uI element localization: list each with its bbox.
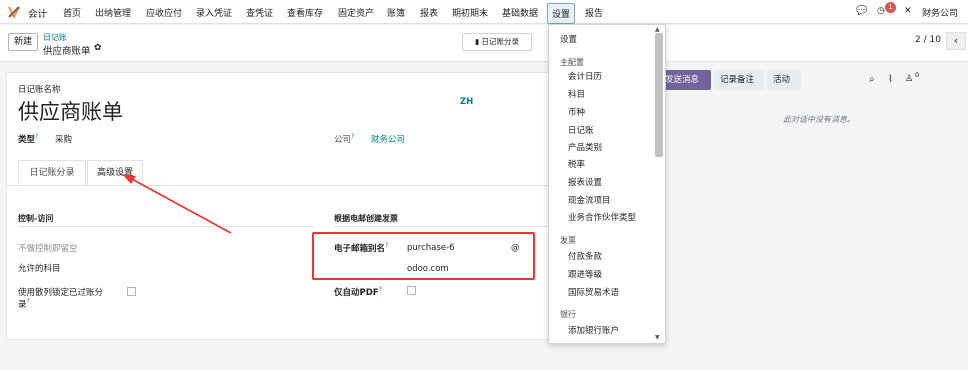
language-button[interactable]: ZH — [460, 97, 473, 107]
followers-icon[interactable]: ♙ — [905, 74, 913, 84]
auto-pdf-label: 仅自动PDF? — [334, 286, 382, 298]
dropdown-item-journals[interactable]: 日记账 — [568, 124, 594, 136]
tab-journal-entries[interactable]: 日记账分录 — [18, 160, 86, 185]
activity-button[interactable]: 活动 — [767, 70, 801, 90]
dropdown-scrollbar[interactable] — [655, 33, 663, 157]
dropdown-header-main-config: 主配置 — [560, 58, 584, 67]
menu-period-open-close[interactable]: 期初期末 — [452, 6, 488, 19]
lock-posted-checkbox[interactable] — [127, 287, 136, 296]
dropdown-item-product-categories[interactable]: 产品类别 — [568, 141, 602, 153]
dropdown-item-payment-terms[interactable]: 付款条款 — [568, 250, 602, 262]
account-control-placeholder[interactable]: 不做控制即留空 — [18, 242, 78, 254]
journal-entries-label: 日记账分录 — [481, 37, 520, 46]
menu-ledgers[interactable]: 账簿 — [387, 6, 405, 19]
dropdown-item-partner-types[interactable]: 业务合作伙伴类型 — [568, 211, 636, 223]
dropdown-item-taxes[interactable]: 税率 — [568, 158, 585, 170]
scroll-up-arrow[interactable]: ▲ — [655, 26, 660, 33]
paperclip-icon[interactable]: ⌇ — [888, 74, 893, 85]
menu-settings[interactable]: 设置 — [547, 3, 576, 24]
menu-cashier[interactable]: 出纳管理 — [95, 6, 131, 19]
menu-fixed-assets[interactable]: 固定资产 — [338, 6, 374, 19]
dropdown-item-add-bank-account[interactable]: 添加银行账户 — [568, 324, 619, 336]
dropdown-item-report-settings[interactable]: 报表设置 — [568, 176, 602, 188]
help-icon[interactable]: ? — [379, 286, 382, 293]
chat-icon[interactable]: 💬 — [856, 6, 867, 16]
scroll-down-arrow[interactable]: ▼ — [655, 334, 660, 341]
menu-enter-voucher[interactable]: 录入凭证 — [196, 6, 232, 19]
lock-posted-label: 使用散列锁定已过账分 — [18, 288, 104, 298]
type-label-text: 类型 — [18, 135, 36, 145]
section-control-access: 控制-访问 — [18, 214, 54, 223]
section-create-invoice-from-email: 根据电邮创建发票 — [334, 214, 398, 223]
dropdown-item-incoterms[interactable]: 国际贸易术语 — [568, 286, 619, 298]
dropdown-item-accounts[interactable]: 科目 — [568, 88, 585, 100]
dropdown-item-cash-flow-items[interactable]: 现金流项目 — [568, 194, 611, 206]
company-label-text: 公司 — [334, 135, 352, 145]
top-navbar: 会计 首页 出纳管理 应收应付 录入凭证 查凭证 查看库存 固定资产 账簿 报表… — [0, 0, 968, 24]
highlight-email-alias — [312, 232, 535, 280]
send-message-button[interactable]: 发送消息 — [659, 70, 711, 90]
help-icon[interactable]: ? — [351, 133, 354, 140]
menu-home[interactable]: 首页 — [63, 6, 81, 19]
lock-posted-label-text: 录 — [18, 300, 27, 310]
chatter-empty-message: 此对话中没有消息。 — [783, 115, 855, 124]
pager-previous-button[interactable]: ‹ — [946, 32, 966, 50]
menu-view-voucher[interactable]: 查凭证 — [246, 6, 273, 19]
menu-view-inventory[interactable]: 查看库存 — [287, 6, 323, 19]
notification-badge: 1 — [885, 2, 896, 13]
type-value[interactable]: 采购 — [55, 133, 72, 145]
dropdown-item-currencies[interactable]: 币种 — [568, 106, 585, 118]
accounting-app-icon[interactable] — [8, 6, 20, 18]
search-icon[interactable]: ⌕ — [869, 74, 875, 85]
auto-pdf-label-text: 仅自动PDF — [334, 288, 379, 298]
breadcrumb-parent[interactable]: 日记账 — [43, 32, 67, 43]
dropdown-item-followup-levels[interactable]: 跟进等级 — [568, 268, 602, 280]
auto-pdf-checkbox[interactable] — [407, 286, 416, 295]
menu-master-data[interactable]: 基础数据 — [502, 6, 538, 19]
type-label: 类型? — [18, 133, 38, 145]
company-value[interactable]: 财务公司 — [371, 133, 405, 145]
menu-reports[interactable]: 报表 — [420, 6, 438, 19]
company-label: 公司? — [334, 133, 354, 145]
menu-report[interactable]: 报告 — [585, 6, 603, 19]
log-note-button[interactable]: 记录备注 — [714, 70, 764, 90]
tools-icon[interactable]: ✕ — [904, 6, 912, 16]
dropdown-header-bank: 银行 — [560, 310, 576, 319]
dropdown-item-settings[interactable]: 设置 — [560, 33, 577, 45]
section-divider — [18, 226, 314, 227]
breadcrumb-current: 供应商账单 — [43, 46, 91, 57]
dropdown-header-invoices: 发票 — [560, 236, 576, 245]
dropdown-item-fiscal-calendar[interactable]: 会计日历 — [568, 70, 602, 82]
allowed-accounts-label: 允许的科目 — [18, 264, 61, 274]
followers-count: 0 — [915, 71, 920, 79]
journal-name-field[interactable]: 供应商账单 — [18, 96, 123, 126]
help-icon[interactable]: ? — [35, 133, 38, 140]
help-icon[interactable]: ? — [27, 298, 30, 305]
new-button[interactable]: 新建 — [8, 33, 38, 51]
company-switcher[interactable]: 财务公司 — [922, 6, 958, 19]
app-name[interactable]: 会计 — [28, 6, 47, 20]
activity-clock-icon[interactable]: ◷ — [877, 6, 885, 16]
lock-posted-label-cont: 录? — [18, 298, 30, 310]
journal-name-label: 日记账名称 — [18, 85, 61, 95]
journal-entries-button[interactable]: ▮ 日记账分录 — [462, 33, 532, 51]
pager-value[interactable]: 2 / 10 — [915, 35, 941, 45]
gear-icon[interactable]: ✿ — [94, 43, 102, 53]
tab-advanced-settings[interactable]: 高级设置 — [87, 160, 143, 185]
menu-receivable-payable[interactable]: 应收应付 — [146, 6, 182, 19]
